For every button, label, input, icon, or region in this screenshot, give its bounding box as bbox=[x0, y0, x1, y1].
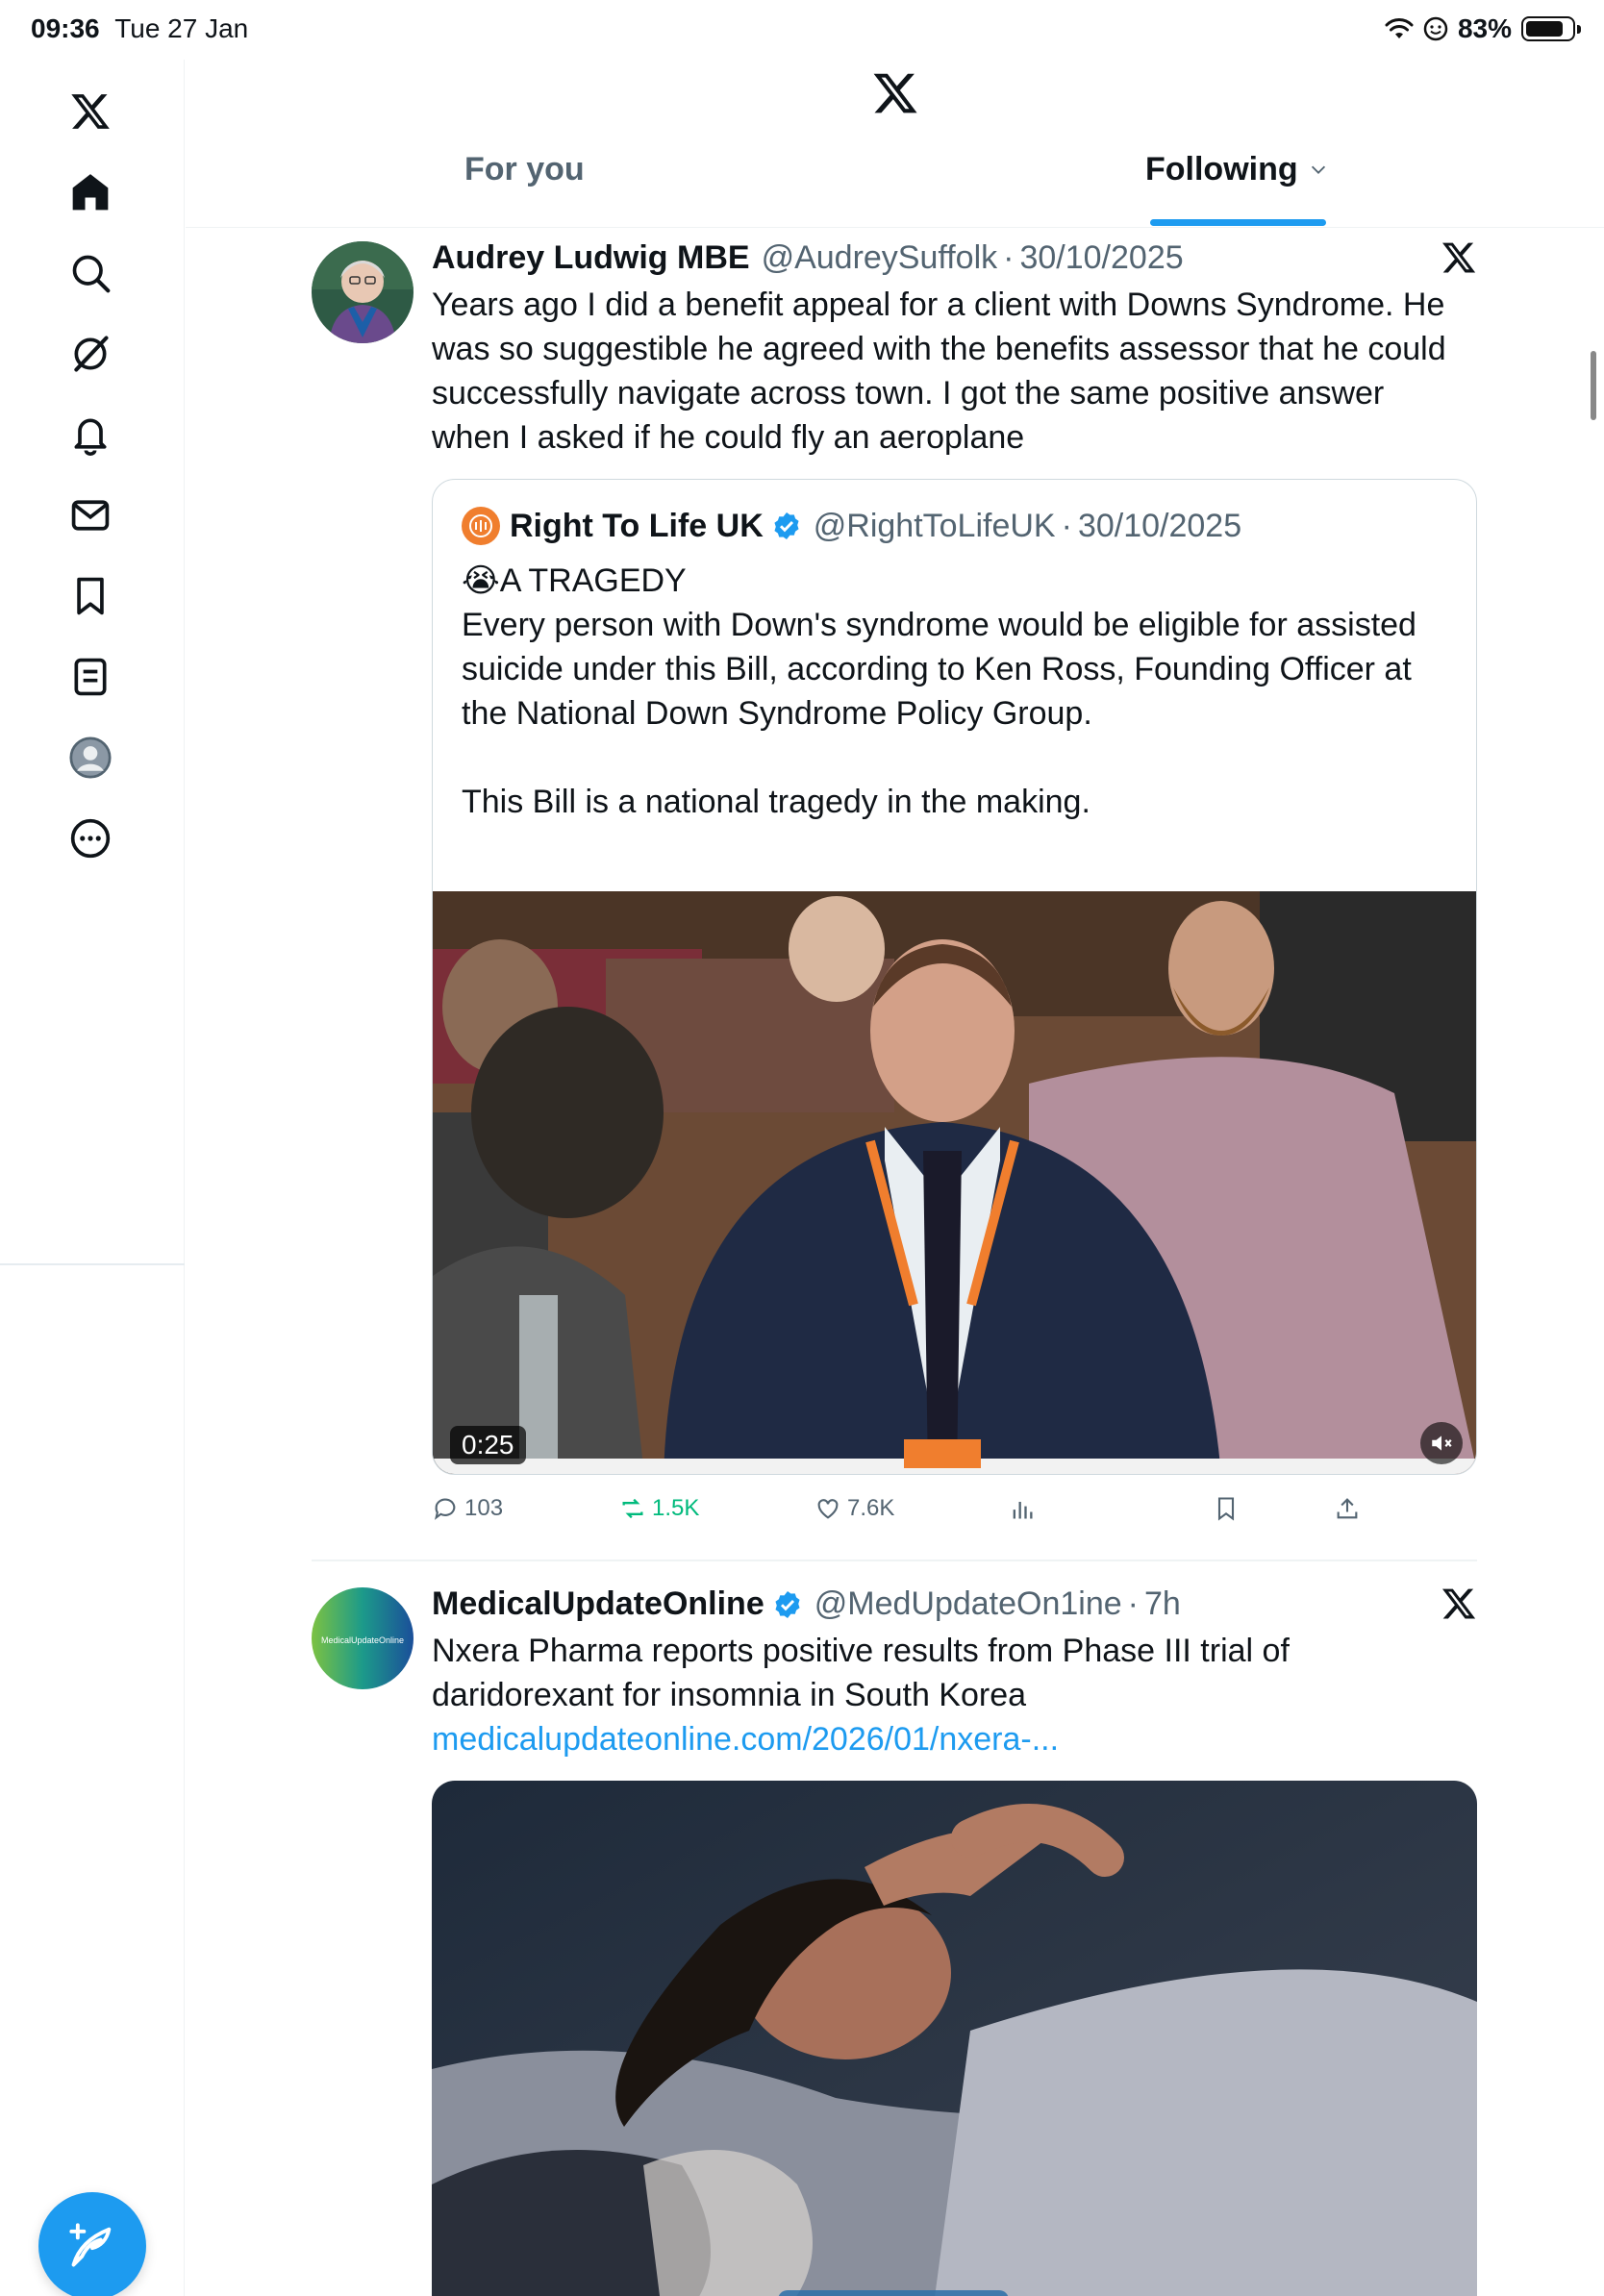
share-icon bbox=[1337, 1498, 1358, 1519]
status-time: 09:36 Tue 27 Jan bbox=[31, 13, 249, 43]
author-name[interactable]: Audrey Ludwig MBE bbox=[432, 239, 750, 277]
repost-button[interactable]: 1.5K bbox=[619, 1495, 699, 1522]
chevron-down-icon[interactable] bbox=[1308, 159, 1329, 180]
battery-icon bbox=[1521, 16, 1581, 41]
timestamp[interactable]: 30/10/2025 bbox=[1019, 239, 1183, 277]
tweet-text: Years ago I did a benefit appeal for a c… bbox=[432, 287, 1446, 456]
battery-percent: 83% bbox=[1457, 13, 1512, 43]
verified-badge-icon bbox=[774, 512, 799, 539]
tweet-divider bbox=[312, 1560, 1477, 1561]
video-duration: 0:25 bbox=[450, 1426, 526, 1464]
quote-avatar[interactable] bbox=[462, 507, 500, 545]
video-player[interactable]: 0:25 bbox=[433, 891, 1476, 1474]
author-handle[interactable]: @AudreySuffolk bbox=[762, 239, 998, 277]
speaker-muted-icon bbox=[1432, 1435, 1452, 1451]
sidebar-divider bbox=[0, 1263, 185, 1265]
quoted-tweet[interactable]: Right To Life UK @RightToLifeUK · 30/10/… bbox=[432, 479, 1477, 1475]
avatar[interactable] bbox=[312, 241, 414, 343]
tab-label: For you bbox=[464, 151, 585, 187]
bookmark-icon bbox=[1217, 1497, 1235, 1521]
tweet-image[interactable] bbox=[432, 1781, 1477, 2296]
reply-count: 103 bbox=[464, 1495, 504, 1521]
notifications-icon[interactable] bbox=[63, 408, 117, 462]
wifi-icon bbox=[1385, 18, 1414, 38]
author-name[interactable]: MedicalUpdateOnline bbox=[432, 1585, 764, 1623]
search-icon[interactable] bbox=[63, 246, 117, 300]
like-count: 7.6K bbox=[847, 1495, 895, 1521]
grok-icon[interactable] bbox=[63, 327, 117, 381]
quote-body: Every person with Down's syndrome would … bbox=[462, 607, 1416, 820]
tweet-text: Nxera Pharma reports positive results fr… bbox=[432, 1629, 1470, 1761]
tweet-actions: 103 1.5K 7.6K bbox=[432, 1495, 1477, 1534]
separator-dot: · bbox=[1127, 1585, 1139, 1622]
reply-icon bbox=[435, 1498, 456, 1520]
active-tab-indicator bbox=[1150, 219, 1326, 226]
reply-button[interactable]: 103 bbox=[432, 1495, 503, 1522]
more-icon[interactable] bbox=[63, 811, 117, 865]
avatar-logo-text: MedicalUpdateOnline bbox=[321, 1635, 404, 1645]
profile-icon[interactable] bbox=[63, 731, 117, 785]
status-indicators: 83% bbox=[1385, 13, 1581, 44]
lists-icon[interactable] bbox=[63, 650, 117, 704]
tweet[interactable]: Audrey Ludwig MBE @AudreySuffolk · 30/10… bbox=[186, 228, 1604, 1574]
compose-post-button[interactable] bbox=[38, 2192, 146, 2296]
status-bar: 09:36 Tue 27 Jan 83% bbox=[0, 0, 1604, 60]
quote-header: Right To Life UK @RightToLifeUK · 30/10/… bbox=[462, 507, 1241, 545]
x-logo-header bbox=[873, 73, 917, 113]
tab-following[interactable]: Following bbox=[1145, 151, 1329, 228]
crying-face-emoji: 😭 bbox=[462, 562, 500, 599]
avatar[interactable]: MedicalUpdateOnline bbox=[312, 1587, 414, 1689]
focus-icon bbox=[1423, 16, 1448, 41]
mute-button[interactable] bbox=[1420, 1422, 1463, 1464]
tab-for-you[interactable]: For you bbox=[464, 151, 585, 228]
author-handle[interactable]: @MedUpdateOn1ine bbox=[815, 1585, 1122, 1623]
video-thumbnail bbox=[433, 891, 1476, 1474]
quote-text: 😭A TRAGEDY Every person with Down's synd… bbox=[462, 559, 1452, 824]
tweet-header: Audrey Ludwig MBE @AudreySuffolk · 30/10… bbox=[432, 239, 1184, 277]
like-button[interactable]: 7.6K bbox=[815, 1495, 894, 1522]
verified-badge-icon bbox=[775, 1590, 800, 1618]
x-logo[interactable] bbox=[63, 85, 117, 138]
home-icon[interactable] bbox=[63, 165, 117, 219]
heart-icon bbox=[817, 1499, 839, 1519]
quote-title: A TRAGEDY bbox=[499, 562, 687, 599]
share-button[interactable] bbox=[1334, 1495, 1361, 1522]
repost-icon bbox=[622, 1498, 643, 1519]
quote-author-handle[interactable]: @RightToLifeUK bbox=[814, 508, 1056, 545]
timestamp[interactable]: 7h bbox=[1144, 1585, 1181, 1623]
analytics-icon bbox=[1013, 1502, 1033, 1519]
separator-dot: · bbox=[1003, 239, 1015, 276]
views-button[interactable] bbox=[1009, 1495, 1036, 1522]
tab-label: Following bbox=[1145, 151, 1298, 187]
tweet-text-body: Nxera Pharma reports positive results fr… bbox=[432, 1633, 1290, 1713]
quote-author-name[interactable]: Right To Life UK bbox=[510, 508, 764, 545]
x-logo-icon[interactable] bbox=[1441, 239, 1477, 276]
tweet[interactable]: MedicalUpdateOnline MedicalUpdateOnline … bbox=[186, 1574, 1604, 2296]
bookmarks-icon[interactable] bbox=[63, 569, 117, 623]
x-logo-icon[interactable] bbox=[1441, 1585, 1477, 1622]
repost-count: 1.5K bbox=[652, 1495, 700, 1521]
messages-icon[interactable] bbox=[63, 488, 117, 542]
sidebar bbox=[0, 60, 185, 2296]
battery-fill bbox=[1526, 21, 1564, 37]
insomnia-photo bbox=[432, 1781, 1477, 2296]
compose-icon bbox=[69, 2223, 112, 2267]
article-link[interactable]: medicalupdateonline.com/2026/01/nxera-..… bbox=[432, 1721, 1059, 1758]
quote-timestamp[interactable]: 30/10/2025 bbox=[1078, 508, 1241, 545]
bookmark-button[interactable] bbox=[1213, 1495, 1240, 1522]
separator-dot: · bbox=[1061, 507, 1072, 544]
timeline-header: For you Following bbox=[186, 60, 1604, 228]
right-to-life-logo-icon bbox=[469, 514, 492, 537]
tweet-header: MedicalUpdateOnline @MedUpdateOn1ine · 7… bbox=[432, 1585, 1181, 1623]
